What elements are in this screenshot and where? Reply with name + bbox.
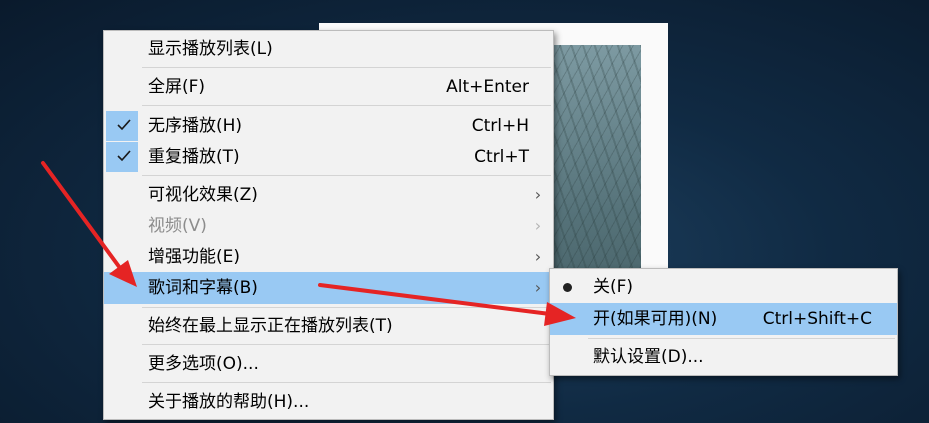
red-arrow xyxy=(318,283,576,326)
annotation-arrows xyxy=(41,161,576,326)
red-arrow xyxy=(41,161,137,287)
